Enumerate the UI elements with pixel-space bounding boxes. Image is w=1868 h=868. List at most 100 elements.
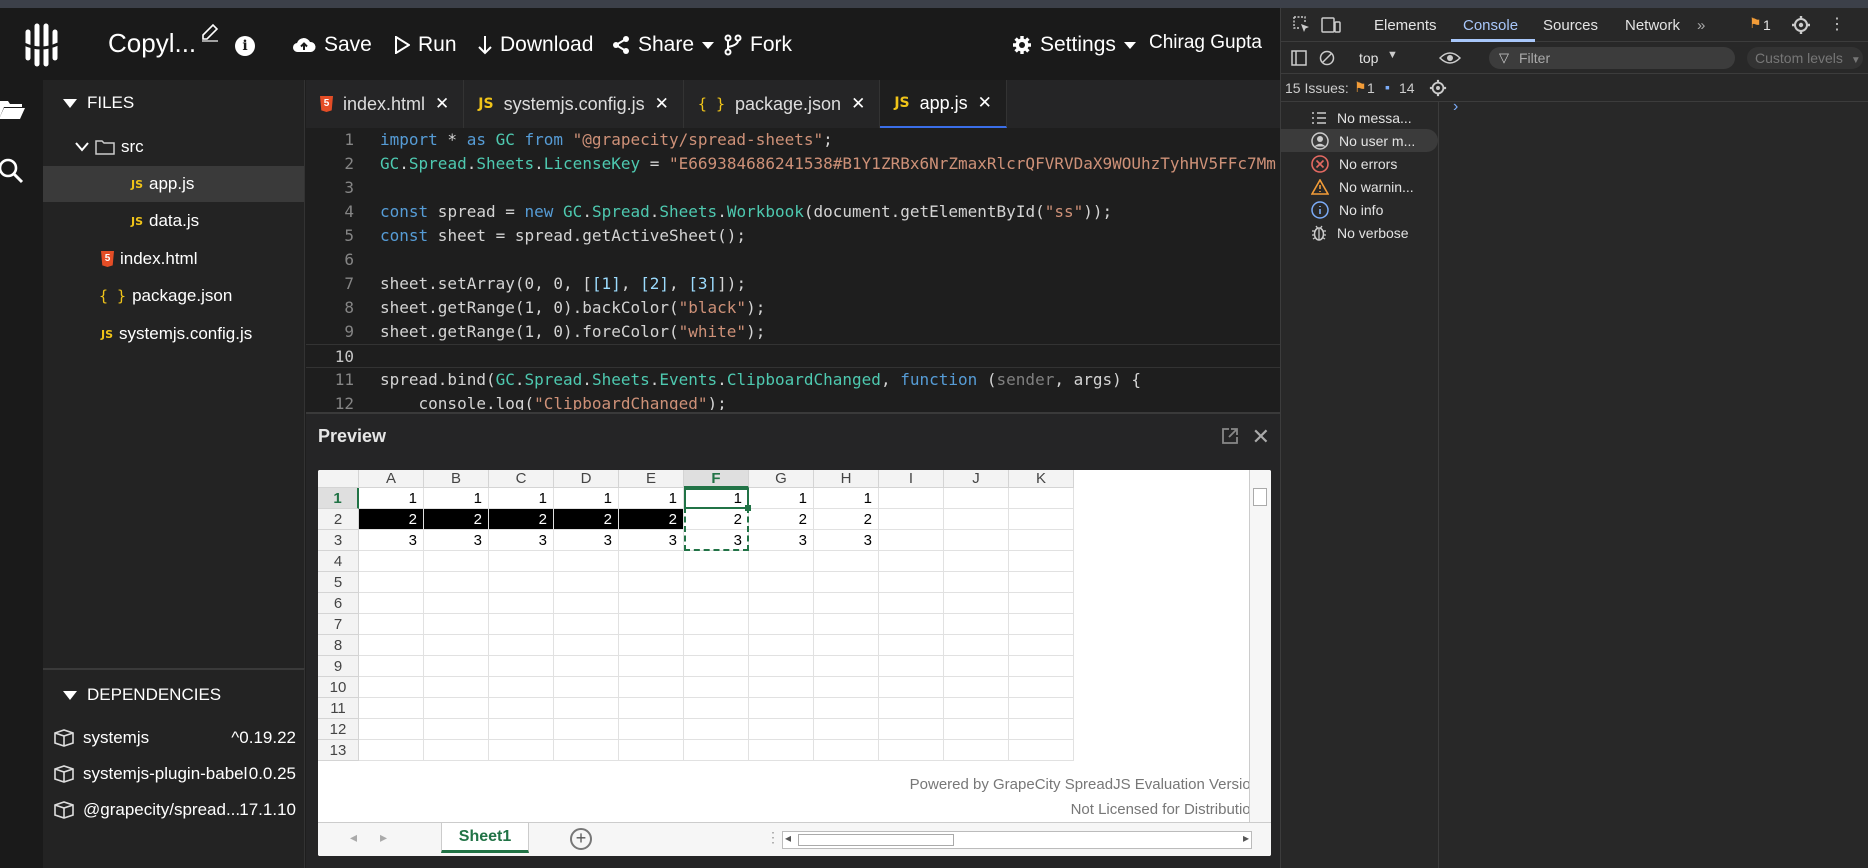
- gear-icon[interactable]: [1429, 79, 1447, 97]
- table-cell[interactable]: [359, 551, 424, 572]
- table-cell[interactable]: [944, 614, 1009, 635]
- table-cell[interactable]: [749, 698, 814, 719]
- table-cell[interactable]: [684, 698, 749, 719]
- column-header[interactable]: I: [879, 470, 944, 488]
- tree-file-data-js[interactable]: JS data.js: [43, 203, 304, 239]
- table-cell[interactable]: [814, 656, 879, 677]
- table-cell[interactable]: [554, 740, 619, 761]
- code-editor[interactable]: 1 import * as GC from "@grapecity/spread-…: [306, 128, 1280, 410]
- table-cell[interactable]: [489, 740, 554, 761]
- sidebar-toggle-icon[interactable]: [1291, 50, 1307, 66]
- table-cell[interactable]: 1: [359, 488, 424, 509]
- table-cell[interactable]: [489, 677, 554, 698]
- table-cell[interactable]: [879, 614, 944, 635]
- table-cell[interactable]: [944, 677, 1009, 698]
- table-cell[interactable]: [749, 740, 814, 761]
- table-cell[interactable]: [944, 719, 1009, 740]
- nav-left-icon[interactable]: ◂: [350, 829, 357, 846]
- table-cell[interactable]: [489, 719, 554, 740]
- table-cell[interactable]: [1009, 656, 1074, 677]
- sidebar-item-messages[interactable]: No messa...: [1281, 106, 1438, 129]
- table-cell[interactable]: 2: [749, 509, 814, 530]
- column-header[interactable]: C: [489, 470, 554, 488]
- table-cell[interactable]: [749, 572, 814, 593]
- table-cell[interactable]: [944, 656, 1009, 677]
- table-cell[interactable]: [1009, 635, 1074, 656]
- search-icon[interactable]: [0, 158, 24, 184]
- table-cell[interactable]: [424, 572, 489, 593]
- table-cell[interactable]: [619, 719, 684, 740]
- row-header[interactable]: 5: [318, 572, 359, 593]
- kebab-menu-icon[interactable]: ⋮: [1829, 14, 1845, 34]
- eye-icon[interactable]: [1439, 51, 1461, 65]
- close-icon[interactable]: ✕: [1252, 424, 1270, 450]
- table-cell[interactable]: [554, 551, 619, 572]
- tab-elements[interactable]: Elements: [1374, 17, 1437, 34]
- more-tabs-icon[interactable]: »: [1697, 17, 1705, 34]
- scroll-right-icon[interactable]: ▸: [1243, 831, 1249, 845]
- table-cell[interactable]: [879, 635, 944, 656]
- table-cell[interactable]: [424, 614, 489, 635]
- table-cell[interactable]: 2: [814, 509, 879, 530]
- table-cell[interactable]: [749, 593, 814, 614]
- tree-file-systemjs-config-js[interactable]: JS systemjs.config.js: [43, 316, 304, 352]
- table-cell[interactable]: [879, 551, 944, 572]
- table-cell[interactable]: [359, 572, 424, 593]
- row-header[interactable]: 7: [318, 614, 359, 635]
- column-header[interactable]: K: [1009, 470, 1074, 488]
- tab-index-html[interactable]: 5 index.html ✕: [306, 80, 465, 128]
- table-cell[interactable]: 2: [359, 509, 424, 530]
- device-toolbar-icon[interactable]: [1321, 16, 1341, 34]
- table-cell[interactable]: [424, 656, 489, 677]
- column-header[interactable]: F: [684, 470, 749, 488]
- column-header[interactable]: E: [619, 470, 684, 488]
- table-cell[interactable]: [684, 656, 749, 677]
- column-header[interactable]: B: [424, 470, 489, 488]
- table-cell[interactable]: [489, 551, 554, 572]
- context-selector[interactable]: top: [1359, 50, 1378, 66]
- table-cell[interactable]: [1009, 677, 1074, 698]
- table-cell[interactable]: [424, 677, 489, 698]
- table-cell[interactable]: [814, 593, 879, 614]
- table-cell[interactable]: [424, 551, 489, 572]
- table-cell[interactable]: [1009, 740, 1074, 761]
- close-icon[interactable]: ✕: [655, 94, 669, 114]
- sheet-tab[interactable]: Sheet1: [441, 823, 529, 853]
- table-cell[interactable]: 3: [554, 530, 619, 551]
- table-cell[interactable]: [1009, 719, 1074, 740]
- files-header[interactable]: FILES: [43, 80, 304, 126]
- table-cell[interactable]: [489, 656, 554, 677]
- table-cell[interactable]: [684, 635, 749, 656]
- table-cell[interactable]: 2: [424, 509, 489, 530]
- issue-count[interactable]: 1: [1763, 17, 1771, 33]
- row-header[interactable]: 2: [318, 509, 359, 530]
- table-cell[interactable]: [489, 593, 554, 614]
- table-cell[interactable]: [879, 593, 944, 614]
- table-cell[interactable]: [944, 551, 1009, 572]
- table-cell[interactable]: 3: [359, 530, 424, 551]
- folder-open-icon[interactable]: [0, 98, 26, 120]
- table-cell[interactable]: [359, 593, 424, 614]
- table-cell[interactable]: [944, 530, 1009, 551]
- tab-network[interactable]: Network: [1625, 17, 1680, 34]
- run-button[interactable]: Run: [394, 30, 457, 60]
- table-cell[interactable]: 3: [619, 530, 684, 551]
- table-cell[interactable]: [814, 572, 879, 593]
- horizontal-scrollbar[interactable]: ◂ ▸: [782, 831, 1252, 849]
- tab-app-js[interactable]: JS app.js ✕: [880, 80, 1007, 128]
- log-levels-dropdown[interactable]: Custom levels ▼: [1747, 47, 1863, 69]
- table-cell[interactable]: [814, 698, 879, 719]
- issue-flag-icon[interactable]: ⚑: [1749, 15, 1762, 32]
- table-cell[interactable]: 3: [489, 530, 554, 551]
- spreadsheet[interactable]: ABCDEFGHIJK11111111122222222233333333345…: [318, 470, 1271, 856]
- project-title[interactable]: Copyl...: [108, 28, 196, 59]
- table-cell[interactable]: [424, 635, 489, 656]
- inspect-element-icon[interactable]: [1293, 16, 1311, 34]
- tree-file-index-html[interactable]: 5 index.html: [43, 241, 304, 277]
- close-icon[interactable]: ✕: [851, 94, 865, 114]
- tab-console[interactable]: Console: [1463, 17, 1518, 34]
- clear-console-icon[interactable]: [1319, 50, 1335, 66]
- open-in-new-window-icon[interactable]: [1220, 426, 1240, 446]
- table-cell[interactable]: [424, 740, 489, 761]
- table-cell[interactable]: 3: [424, 530, 489, 551]
